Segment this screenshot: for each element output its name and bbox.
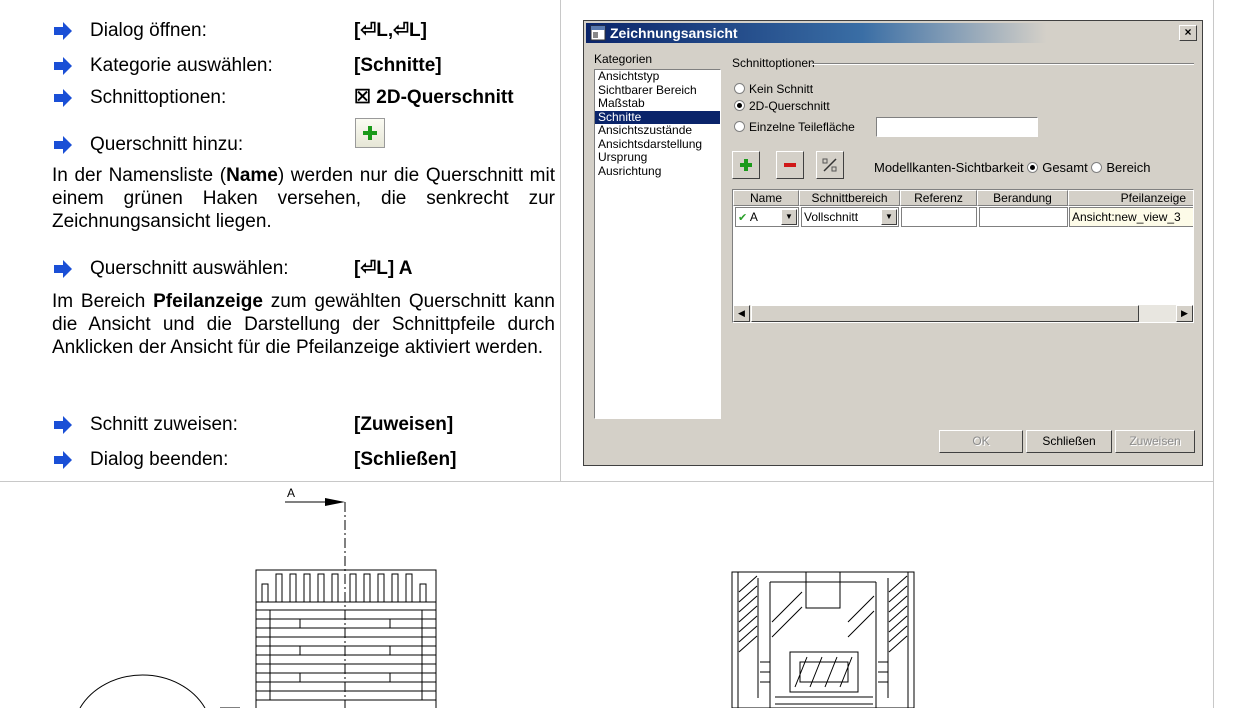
radio-label: Bereich: [1106, 160, 1151, 175]
cell-area-value: Vollschnitt: [804, 210, 859, 224]
radio-area[interactable]: Bereich: [1091, 160, 1150, 175]
arrow-icon: [54, 416, 72, 434]
category-list[interactable]: Ansichtstyp Sichtbarer Bereich Maßstab S…: [594, 69, 721, 419]
radio-circle-selected: [734, 100, 745, 112]
category-item[interactable]: Ausrichtung: [595, 164, 720, 179]
column-header-arrow[interactable]: Pfeilanzeige: [1068, 190, 1193, 206]
arrow-icon: [54, 136, 72, 154]
step-value: [Schließen]: [354, 449, 457, 470]
ok-button[interactable]: OK: [939, 430, 1023, 453]
flip-icon: [822, 158, 837, 172]
radio-circle: [734, 83, 745, 95]
close-button[interactable]: Schließen: [1026, 430, 1112, 453]
step-value: [⏎L] A: [354, 258, 413, 279]
dialog-title: Zeichnungsansicht: [610, 25, 738, 41]
category-item[interactable]: Ursprung: [595, 150, 720, 165]
radio-label: Kein Schnitt: [749, 82, 814, 96]
arrow-icon: [54, 260, 72, 278]
section-table: Name Schnittbereich Referenz Berandung P…: [732, 189, 1194, 323]
column-divider: [560, 0, 561, 482]
dialog-titlebar[interactable]: Zeichnungsansicht ×: [586, 23, 1200, 43]
add-section-button[interactable]: [732, 151, 760, 179]
right-border: [1213, 0, 1214, 708]
radio-circle: [734, 121, 745, 133]
column-header-boundary[interactable]: Berandung: [977, 190, 1068, 206]
single-face-input[interactable]: [876, 117, 1038, 137]
para-text: Im Bereich: [52, 291, 154, 312]
step-label: Schnittoptionen:: [90, 87, 227, 108]
step-value: [Schnitte]: [354, 55, 442, 76]
arrow-icon: [54, 22, 72, 40]
radio-total[interactable]: Gesamt: [1027, 160, 1088, 175]
category-item[interactable]: Ansichtsdarstellung: [595, 137, 720, 152]
step-value: [⏎L,⏎L]: [354, 20, 427, 41]
minus-icon: [784, 163, 796, 167]
column-header-area[interactable]: Schnittbereich: [799, 190, 900, 206]
para-text: In der Namensliste (: [52, 165, 227, 186]
para-bold: Pfeilanzeige: [153, 291, 263, 312]
edge-visibility-label: Modellkanten-Sichtbarkeit: [874, 160, 1024, 175]
radio-no-section[interactable]: Kein Schnitt: [734, 81, 813, 97]
cell-name-value: A: [749, 210, 758, 224]
category-item[interactable]: Ansichtszustände: [595, 123, 720, 138]
radio-2d-section[interactable]: 2D-Querschnitt: [734, 98, 830, 114]
category-item[interactable]: Maßstab: [595, 96, 720, 111]
arrow-icon: [54, 57, 72, 75]
step-label: Dialog öffnen:: [90, 20, 207, 41]
section-label: A: [287, 486, 295, 500]
scroll-thumb[interactable]: [751, 305, 1139, 322]
paragraph-arrow-display: Im Bereich Pfeilanzeige zum gewählten Qu…: [52, 290, 555, 359]
column-header-reference[interactable]: Referenz: [900, 190, 977, 206]
horizontal-scrollbar[interactable]: ◀ ▶: [733, 305, 1193, 322]
cell-reference[interactable]: [901, 207, 977, 227]
radio-circle-selected: [1027, 162, 1039, 174]
group-separator: [812, 63, 1194, 65]
arrow-icon: [54, 451, 72, 469]
step-label: Dialog beenden:: [90, 449, 229, 470]
chevron-down-icon[interactable]: ▼: [881, 209, 897, 225]
step-label: Querschnitt auswählen:: [90, 258, 289, 279]
add-section-icon: [355, 118, 385, 148]
step-label: Querschnitt hinzu:: [90, 134, 244, 155]
categories-title: Kategorien: [594, 52, 653, 66]
category-item-selected[interactable]: Schnitte: [595, 110, 720, 124]
radio-label: Gesamt: [1042, 160, 1088, 175]
step-label: Schnitt zuweisen:: [90, 414, 238, 435]
category-item[interactable]: Ansichtstyp: [595, 69, 720, 84]
edge-visibility-row: Modellkanten-Sichtbarkeit Gesamt Bereich: [874, 160, 1150, 175]
cell-section-area[interactable]: Vollschnitt ▼: [801, 207, 899, 227]
cell-boundary[interactable]: [979, 207, 1068, 227]
step-label: Kategorie auswählen:: [90, 55, 273, 76]
check-icon: ✔: [738, 212, 748, 224]
cad-drawing: A: [79, 486, 915, 708]
cell-arrow-display[interactable]: Ansicht:new_view_3: [1069, 207, 1193, 227]
close-icon[interactable]: ×: [1179, 25, 1197, 41]
step-value: [Zuweisen]: [354, 414, 454, 435]
plus-icon: [740, 159, 752, 171]
window-icon: [590, 25, 606, 41]
category-item[interactable]: Sichtbarer Bereich: [595, 83, 720, 98]
para-bold: Name: [226, 165, 278, 186]
column-header-name[interactable]: Name: [733, 190, 799, 206]
chevron-down-icon[interactable]: ▼: [781, 209, 797, 225]
section-arrow: A: [285, 486, 346, 708]
scroll-left-icon[interactable]: ◀: [733, 305, 750, 322]
radio-single-face[interactable]: Einzelne Teilefläche: [734, 119, 855, 135]
remove-section-button[interactable]: [776, 151, 804, 179]
section-view: [731, 571, 915, 708]
front-view: [79, 569, 437, 708]
radio-circle: [1091, 162, 1103, 174]
radio-label: Einzelne Teilefläche: [749, 120, 855, 134]
radio-label: 2D-Querschnitt: [749, 99, 830, 113]
step-value: ☒ 2D-Querschnitt: [354, 87, 514, 108]
assign-button[interactable]: Zuweisen: [1115, 430, 1195, 453]
cell-name[interactable]: ✔ A ▼: [735, 207, 799, 227]
arrow-icon: [54, 89, 72, 107]
plus-icon: [363, 126, 377, 140]
paragraph-name-list: In der Namensliste (Name) werden nur die…: [52, 164, 555, 233]
drawing-view-dialog: Zeichnungsansicht × Kategorien Ansichtst…: [583, 20, 1203, 466]
scroll-right-icon[interactable]: ▶: [1176, 305, 1193, 322]
section-options-label: Schnittoptionen: [732, 56, 815, 70]
flip-section-button[interactable]: [816, 151, 844, 179]
